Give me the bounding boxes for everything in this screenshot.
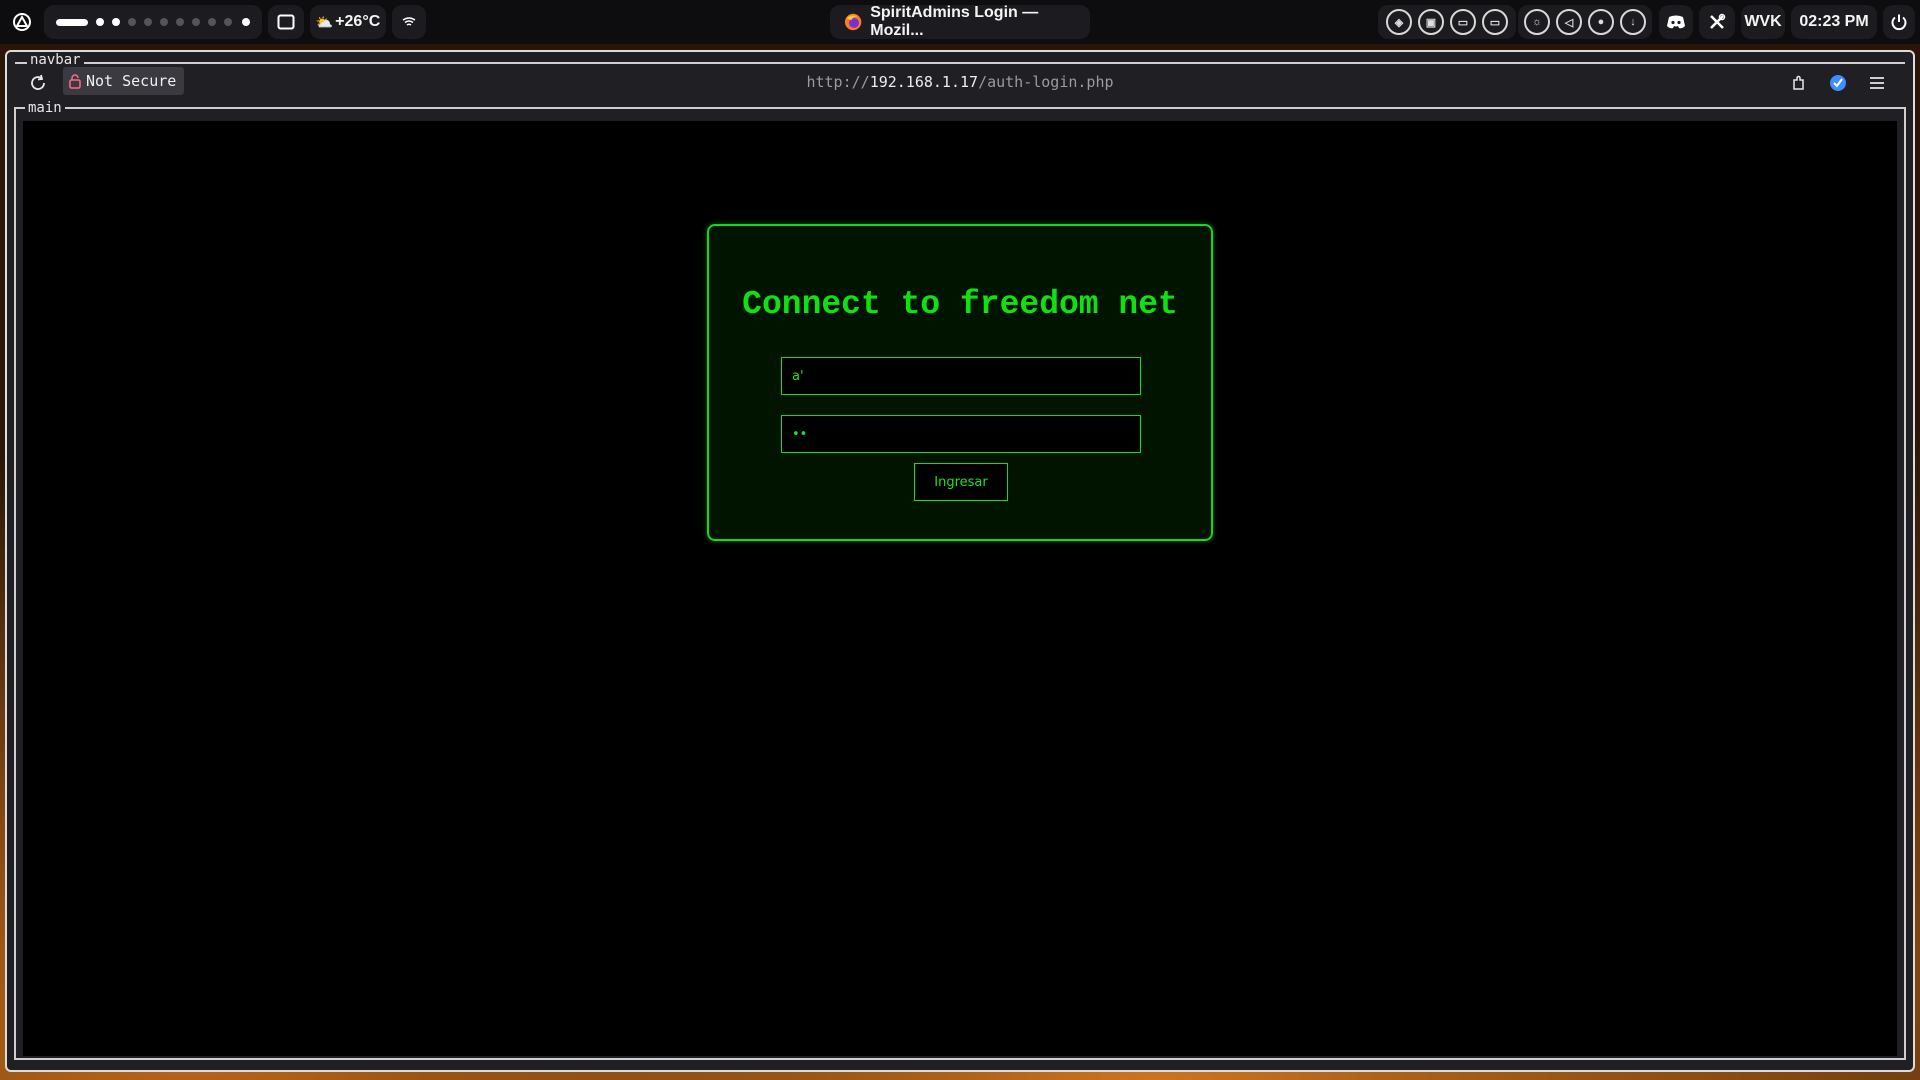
workspace-dot[interactable] xyxy=(144,18,152,26)
active-window-title[interactable]: SpiritAdmins Login — Mozil... xyxy=(830,4,1090,39)
clock[interactable]: 02:23 PM xyxy=(1791,5,1877,39)
workspace-active-indicator[interactable] xyxy=(56,18,88,26)
system-top-bar: ⛅ +26°C SpiritAdmins Login — Mozil... ◈ … xyxy=(0,0,1920,44)
discord-icon xyxy=(1667,15,1685,29)
memory-icon: ▣ xyxy=(1418,9,1444,35)
keyboard-layout[interactable]: WVK xyxy=(1741,5,1785,39)
weather-temperature: +26°C xyxy=(335,13,381,30)
workspace-switcher[interactable] xyxy=(44,5,262,39)
temperature-icon: ▭ xyxy=(1482,9,1508,35)
launcher-icon xyxy=(13,13,31,31)
window-overview-button[interactable] xyxy=(268,5,304,39)
username-input[interactable] xyxy=(781,357,1141,395)
download-icon[interactable]: ↓ xyxy=(1620,9,1646,35)
weather-widget[interactable]: ⛅ +26°C xyxy=(310,5,386,39)
window-title-text: SpiritAdmins Login — Mozil... xyxy=(870,4,1039,39)
system-monitor-group[interactable]: ◈ ▣ ▭ ▭ xyxy=(1378,5,1516,39)
extensions-button[interactable] xyxy=(1788,72,1810,94)
discord-tray-button[interactable] xyxy=(1659,5,1693,39)
tools-tray-button[interactable] xyxy=(1699,5,1735,39)
wifi-icon xyxy=(402,17,416,26)
menu-button[interactable] xyxy=(1866,72,1888,94)
storage-icon: ▭ xyxy=(1450,9,1476,35)
workspace-dot[interactable] xyxy=(192,18,200,26)
window-icon xyxy=(277,14,295,30)
workspace-dot[interactable] xyxy=(176,18,184,26)
power-icon xyxy=(1891,14,1907,31)
firefox-icon xyxy=(844,13,862,31)
microphone-icon[interactable]: ● xyxy=(1588,9,1614,35)
launcher-button[interactable] xyxy=(6,5,38,39)
weather-icon: ⛅ xyxy=(315,13,334,30)
workspace-dot[interactable] xyxy=(242,18,250,26)
navbar-frame-label: navbar xyxy=(27,52,84,68)
navbar-frame xyxy=(15,62,1905,112)
login-title: Connect to freedom net xyxy=(742,286,1178,323)
workspace-dot[interactable] xyxy=(112,18,120,26)
password-input[interactable] xyxy=(781,415,1141,453)
lock-icon xyxy=(69,73,81,89)
login-card: Connect to freedom net Ingresar xyxy=(707,224,1213,541)
workspace-dot[interactable] xyxy=(208,18,216,26)
workspace-dot[interactable] xyxy=(224,18,232,26)
tools-icon xyxy=(1710,13,1726,29)
cpu-icon: ◈ xyxy=(1386,9,1412,35)
security-label: Not Secure xyxy=(86,72,177,90)
menu-icon xyxy=(1870,77,1884,89)
security-indicator[interactable]: Not Secure xyxy=(63,67,185,95)
login-button[interactable]: Ingresar xyxy=(914,463,1008,501)
power-button[interactable] xyxy=(1883,5,1915,39)
workspace-dot[interactable] xyxy=(96,18,104,26)
reload-icon xyxy=(31,74,45,90)
bitwarden-icon xyxy=(1830,75,1846,91)
volume-icon[interactable]: ◁ xyxy=(1556,9,1582,35)
brightness-icon[interactable]: ☼ xyxy=(1524,9,1550,35)
network-button[interactable] xyxy=(392,5,426,39)
reload-button[interactable] xyxy=(25,70,51,96)
workspace-dot[interactable] xyxy=(128,18,136,26)
workspace-dot[interactable] xyxy=(160,18,168,26)
extensions-icon xyxy=(1793,75,1804,90)
quick-settings-group[interactable]: ☼ ◁ ● ↓ xyxy=(1518,5,1652,39)
main-frame-label: main xyxy=(25,100,65,116)
bitwarden-button[interactable] xyxy=(1827,72,1849,94)
